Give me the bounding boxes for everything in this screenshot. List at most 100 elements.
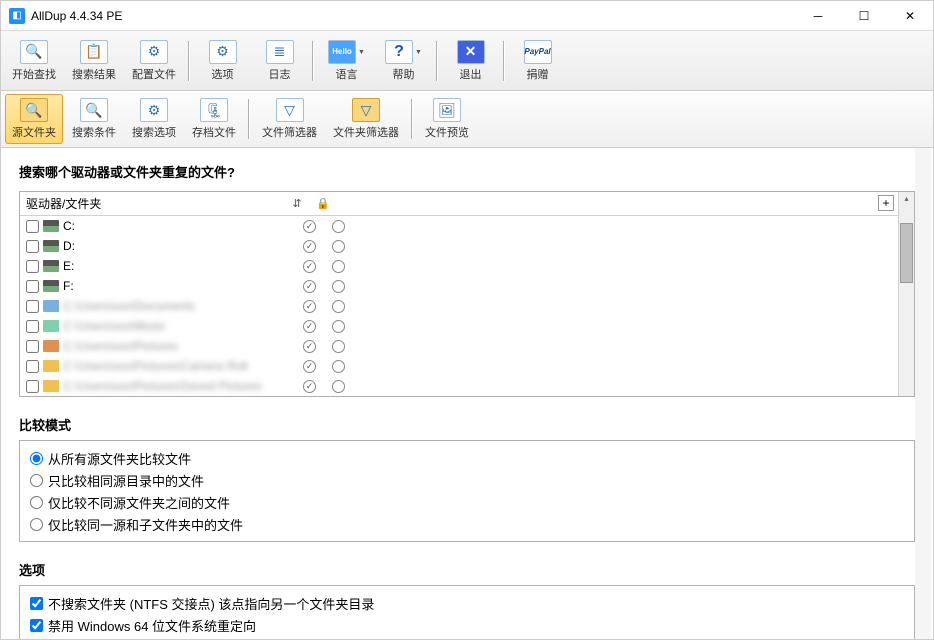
options-title: 选项: [19, 560, 915, 579]
exclude-radio[interactable]: [332, 300, 345, 313]
drive-label: C:: [63, 219, 295, 233]
drive-label: C:\Users\xxx\Pictures: [63, 339, 295, 353]
drive-row[interactable]: C:\Users\xxx\Documents ✓: [20, 296, 914, 316]
paypal-icon: PayPal: [524, 40, 552, 64]
separator: [248, 99, 250, 139]
drive-checkbox[interactable]: [26, 220, 39, 233]
drive-label: E:: [63, 259, 295, 273]
drive-row[interactable]: C:\Users\xxx\Music✓: [20, 316, 914, 336]
compare-option-all[interactable]: 从所有源文件夹比较文件: [30, 447, 904, 469]
content-scrollbar[interactable]: [915, 148, 931, 639]
tab-archive-files[interactable]: 🗜 存档文件: [185, 94, 243, 144]
exit-icon: ✕: [457, 40, 485, 64]
drives-header: 驱动器/文件夹 ⇵ 🔒 +: [20, 192, 914, 216]
drive-icon: [43, 220, 59, 232]
exclude-radio[interactable]: [332, 320, 345, 333]
compare-option-sub[interactable]: 仅比较同一源和子文件夹中的文件: [30, 513, 904, 535]
folder-search-icon: 🔍: [20, 98, 48, 122]
include-radio[interactable]: ✓: [303, 360, 316, 373]
donate-button[interactable]: PayPal 捐赠: [510, 36, 565, 86]
drive-checkbox[interactable]: [26, 340, 39, 353]
close-button[interactable]: ✕: [887, 1, 933, 31]
drive-row[interactable]: C:\Users\xxx\Pictures ✓: [20, 336, 914, 356]
drive-row[interactable]: D: ✓: [20, 236, 914, 256]
tree-icon[interactable]: ⇵: [290, 197, 304, 211]
drive-checkbox[interactable]: [26, 300, 39, 313]
drive-label: C:\Users\xxx\Pictures\Saved Pictures: [63, 379, 295, 393]
drive-label: D:: [63, 239, 295, 253]
tab-folder-filter[interactable]: ▽ 文件夹筛选器: [326, 94, 406, 144]
drive-checkbox[interactable]: [26, 260, 39, 273]
drives-scrollbar[interactable]: ▴: [898, 192, 914, 396]
drive-icon: [43, 300, 59, 312]
maximize-button[interactable]: ☐: [841, 1, 887, 31]
include-radio[interactable]: ✓: [303, 280, 316, 293]
content-area: 搜索哪个驱动器或文件夹重复的文件? 驱动器/文件夹 ⇵ 🔒 + C:✓D:✓E:…: [1, 148, 933, 639]
separator: [188, 41, 190, 81]
compare-option-diff[interactable]: 仅比较不同源文件夹之间的文件: [30, 491, 904, 513]
lock-icon[interactable]: 🔒: [316, 197, 330, 211]
column-header-path[interactable]: 驱动器/文件夹: [26, 195, 284, 212]
option-disable-wow64[interactable]: 禁用 Windows 64 位文件系统重定向: [30, 614, 904, 636]
language-button[interactable]: Hello▼ 语言: [319, 36, 374, 86]
tab-search-criteria[interactable]: 🔍 搜索条件: [65, 94, 123, 144]
include-radio[interactable]: ✓: [303, 380, 316, 393]
drive-checkbox[interactable]: [26, 380, 39, 393]
help-button[interactable]: ?▼ 帮助: [376, 36, 431, 86]
include-radio[interactable]: ✓: [303, 260, 316, 273]
exclude-radio[interactable]: [332, 220, 345, 233]
log-icon: ≣: [266, 40, 294, 64]
include-radio[interactable]: ✓: [303, 220, 316, 233]
drive-label: C:\Users\xxx\Pictures\Camera Roll: [63, 359, 295, 373]
magnifier-icon: 🔍: [20, 40, 48, 64]
drive-icon: [43, 380, 59, 392]
drive-checkbox[interactable]: [26, 360, 39, 373]
tab-search-options[interactable]: ⚙ 搜索选项: [125, 94, 183, 144]
drive-checkbox[interactable]: [26, 240, 39, 253]
exclude-radio[interactable]: [332, 280, 345, 293]
options-button[interactable]: ⚙ 选项: [195, 36, 250, 86]
drive-row[interactable]: C:\Users\xxx\Pictures\Saved Pictures ✓: [20, 376, 914, 396]
drives-list: 驱动器/文件夹 ⇵ 🔒 + C:✓D:✓E:✓F:✓C:\Users\xxx\D…: [19, 191, 915, 397]
window-controls: ─ ☐ ✕: [795, 1, 933, 31]
profiles-button[interactable]: ⚙ 配置文件: [125, 36, 183, 86]
exclude-radio[interactable]: [332, 240, 345, 253]
drive-icon: [43, 240, 59, 252]
options-group: 不搜索文件夹 (NTFS 交接点) 该点指向另一个文件夹目录 禁用 Window…: [19, 585, 915, 639]
exclude-radio[interactable]: [332, 360, 345, 373]
tab-file-preview[interactable]: 🖼 文件预览: [418, 94, 476, 144]
drive-label: C:\Users\xxx\Documents: [63, 299, 295, 313]
exclude-radio[interactable]: [332, 380, 345, 393]
exclude-radio[interactable]: [332, 260, 345, 273]
drive-row[interactable]: C:\Users\xxx\Pictures\Camera Roll ✓: [20, 356, 914, 376]
search-results-button[interactable]: 📋 搜索结果: [65, 36, 123, 86]
exit-button[interactable]: ✕ 退出: [443, 36, 498, 86]
scrollbar-thumb[interactable]: [900, 223, 913, 283]
minimize-button[interactable]: ─: [795, 1, 841, 31]
drive-row[interactable]: F:✓: [20, 276, 914, 296]
include-radio[interactable]: ✓: [303, 300, 316, 313]
tab-file-filter[interactable]: ▽ 文件筛选器: [255, 94, 324, 144]
hello-icon: Hello: [328, 40, 356, 64]
compare-option-same[interactable]: 只比较相同源目录中的文件: [30, 469, 904, 491]
option-ntfs-junction[interactable]: 不搜索文件夹 (NTFS 交接点) 该点指向另一个文件夹目录: [30, 592, 904, 614]
include-radio[interactable]: ✓: [303, 240, 316, 253]
separator: [436, 41, 438, 81]
include-radio[interactable]: ✓: [303, 340, 316, 353]
exclude-radio[interactable]: [332, 340, 345, 353]
separator: [503, 41, 505, 81]
drive-checkbox[interactable]: [26, 280, 39, 293]
drive-row[interactable]: C: ✓: [20, 216, 914, 236]
tab-source-folders[interactable]: 🔍 源文件夹: [5, 94, 63, 144]
app-icon: ◧: [9, 8, 25, 24]
drive-icon: [43, 340, 59, 352]
add-folder-button[interactable]: +: [878, 195, 894, 211]
include-radio[interactable]: ✓: [303, 320, 316, 333]
titlebar: ◧ AllDup 4.4.34 PE ─ ☐ ✕: [1, 1, 933, 31]
gear-icon: ⚙: [140, 40, 168, 64]
drive-row[interactable]: E: ✓: [20, 256, 914, 276]
log-button[interactable]: ≣ 日志: [252, 36, 307, 86]
help-icon: ?: [385, 40, 413, 64]
start-search-button[interactable]: 🔍 开始查找: [5, 36, 63, 86]
drive-checkbox[interactable]: [26, 320, 39, 333]
